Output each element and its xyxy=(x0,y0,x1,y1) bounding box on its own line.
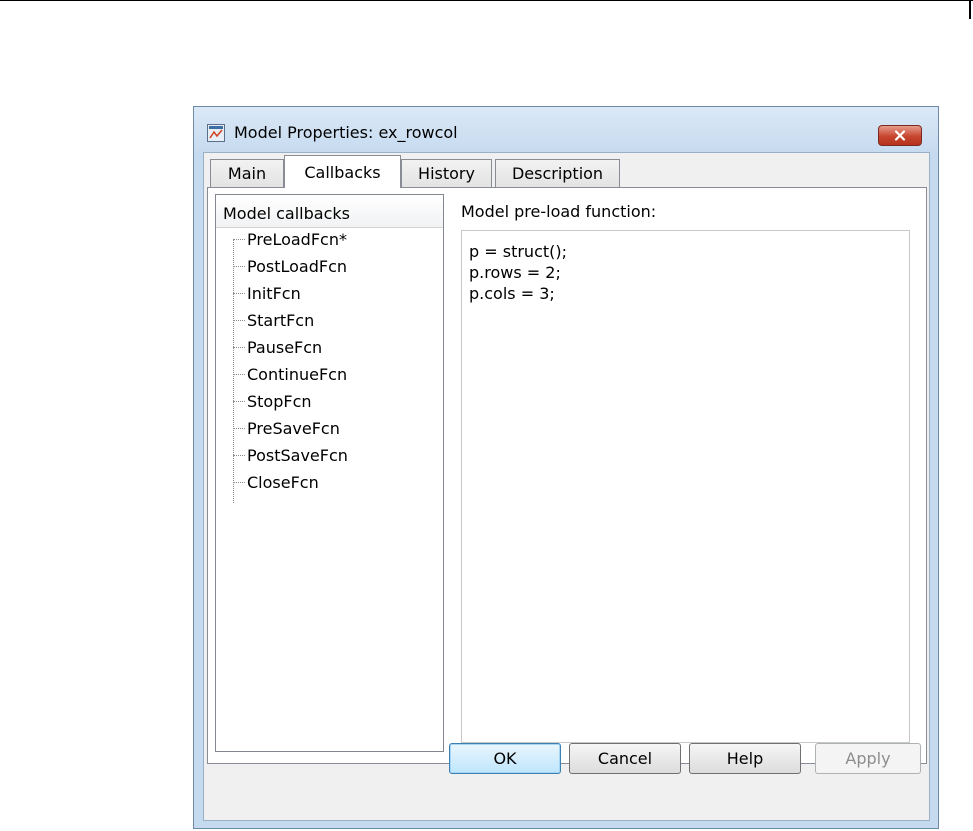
editor-label: Model pre-load function: xyxy=(461,202,657,221)
code-line: p.rows = 2; xyxy=(469,263,561,282)
dialog-client-area: Main Callbacks History Description Model… xyxy=(203,152,930,821)
ok-button[interactable]: OK xyxy=(449,743,561,774)
tab-history-label: History xyxy=(418,164,475,183)
tab-callbacks[interactable]: Callbacks xyxy=(284,155,401,188)
tree-connector xyxy=(233,428,245,429)
tree-item-label: PauseFcn xyxy=(247,338,323,357)
tree-item-label: InitFcn xyxy=(247,284,301,303)
callbacks-tab-panel: Model callbacks PreLoadFcn* PostLoadFcn … xyxy=(207,187,927,764)
tree-header: Model callbacks xyxy=(216,195,443,228)
tree-item-label: PreLoadFcn* xyxy=(247,230,347,249)
tree-connector xyxy=(233,401,245,402)
tab-history[interactable]: History xyxy=(401,159,492,187)
tree-item-label: PostSaveFcn xyxy=(247,446,348,465)
tree-item-label: PostLoadFcn xyxy=(247,257,347,276)
help-button[interactable]: Help xyxy=(689,743,801,774)
tab-description[interactable]: Description xyxy=(495,159,620,187)
tree-item-presavefcn[interactable]: PreSaveFcn xyxy=(233,415,433,442)
help-button-label: Help xyxy=(726,749,764,768)
ok-button-label: OK xyxy=(493,749,517,768)
tree-connector xyxy=(233,347,245,348)
close-button[interactable] xyxy=(878,125,922,146)
callbacks-tree[interactable]: Model callbacks PreLoadFcn* PostLoadFcn … xyxy=(215,194,444,752)
dialog-title: Model Properties: ex_rowcol xyxy=(234,123,458,142)
code-line: p = struct(); xyxy=(469,242,568,261)
page-edge-mark xyxy=(969,0,971,19)
tree-connector xyxy=(233,320,245,321)
tree-connector xyxy=(233,455,245,456)
title-bar[interactable]: Model Properties: ex_rowcol xyxy=(194,107,938,152)
tree-item-closefcn[interactable]: CloseFcn xyxy=(233,469,433,496)
tree-item-label: StopFcn xyxy=(247,392,312,411)
tab-description-label: Description xyxy=(511,164,604,183)
tab-callbacks-label: Callbacks xyxy=(304,162,381,182)
tree-connector xyxy=(233,293,245,294)
apply-button[interactable]: Apply xyxy=(815,743,921,774)
tree-item-label: PreSaveFcn xyxy=(247,419,340,438)
tree-item-startfcn[interactable]: StartFcn xyxy=(233,307,433,334)
tree-connector xyxy=(233,266,245,267)
tree-connector xyxy=(233,374,245,375)
code-line: p.cols = 3; xyxy=(469,284,555,303)
tab-main[interactable]: Main xyxy=(210,159,284,187)
cancel-button-label: Cancel xyxy=(597,749,653,768)
callback-code-editor[interactable]: p = struct(); p.rows = 2; p.cols = 3; xyxy=(461,230,910,743)
tab-main-label: Main xyxy=(227,164,267,183)
tree-item-label: CloseFcn xyxy=(247,473,319,492)
tree-item-continuefcn[interactable]: ContinueFcn xyxy=(233,361,433,388)
apply-button-label: Apply xyxy=(845,749,891,768)
simulink-model-icon xyxy=(207,124,225,142)
close-icon xyxy=(894,130,906,141)
page-top-rule xyxy=(0,0,973,1)
tree-item-preloadfcn[interactable]: PreLoadFcn* xyxy=(233,226,433,253)
tree-item-label: StartFcn xyxy=(247,311,315,330)
tree-connector xyxy=(233,482,245,483)
tree-connector xyxy=(233,239,245,240)
tree-item-stopfcn[interactable]: StopFcn xyxy=(233,388,433,415)
cancel-button[interactable]: Cancel xyxy=(569,743,681,774)
model-properties-dialog: Model Properties: ex_rowcol Main Callbac… xyxy=(193,106,939,829)
tree-item-label: ContinueFcn xyxy=(247,365,348,384)
tree-item-postloadfcn[interactable]: PostLoadFcn xyxy=(233,253,433,280)
tree-item-pausefcn[interactable]: PauseFcn xyxy=(233,334,433,361)
tree-item-postsavefcn[interactable]: PostSaveFcn xyxy=(233,442,433,469)
tree-item-initfcn[interactable]: InitFcn xyxy=(233,280,433,307)
